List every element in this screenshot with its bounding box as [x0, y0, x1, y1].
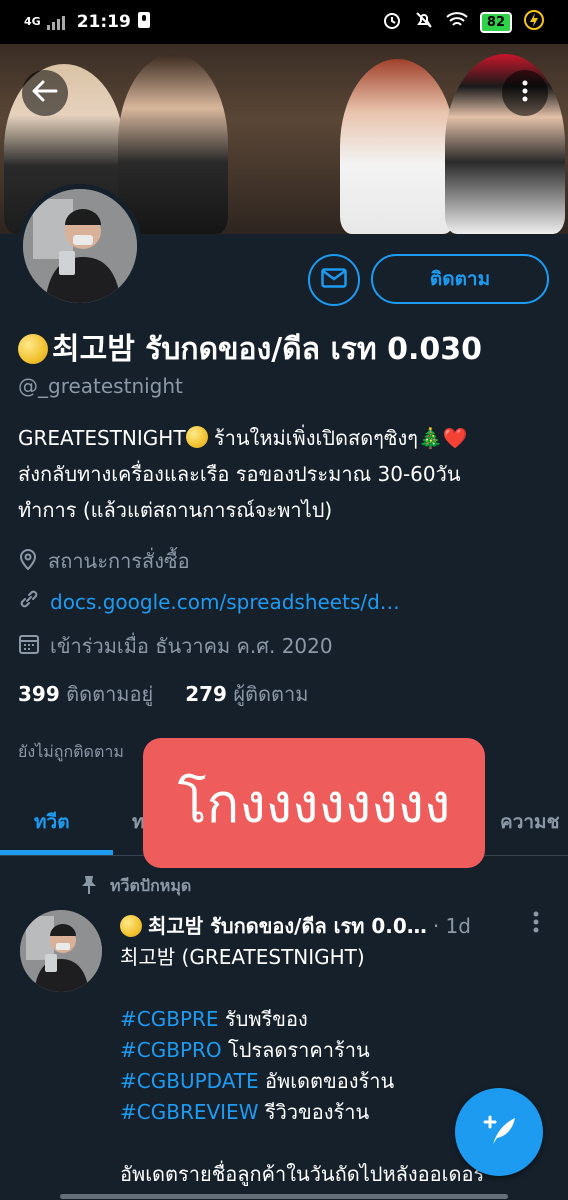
scam-overlay-label: โกงงงงงงงง: [143, 738, 485, 868]
compose-tweet-icon: [479, 1110, 519, 1154]
pinned-label: ทวีตปักหมุด: [110, 876, 192, 895]
bio-line-1: ร้านใหม่เพิ่งเปิดสดๆซิงๆ🎄❤️: [207, 426, 468, 450]
mail-icon: [321, 268, 347, 292]
alarm-icon: [382, 10, 402, 35]
tab-tweets[interactable]: ทวีต: [34, 790, 70, 854]
active-tab-indicator: [0, 850, 113, 855]
hashtag-desc: รีวิวของร้าน: [258, 1100, 370, 1124]
hashtag[interactable]: #CGBUPDATE: [120, 1069, 259, 1093]
signal-icon: [46, 14, 65, 30]
display-name-row: 최고밤 รับกดของ/ดีล เรท 0.030: [18, 324, 482, 373]
followers-label: ผู้ติดตาม: [233, 682, 309, 706]
wifi-icon: [446, 11, 468, 34]
back-button[interactable]: [22, 70, 68, 116]
back-arrow-icon: [32, 80, 58, 106]
network-type: 4G: [24, 15, 41, 28]
follow-button[interactable]: ติดตาม: [371, 254, 549, 304]
tweet-more-button[interactable]: [532, 910, 540, 938]
tweet-line: 최고밤 (GREATESTNIGHT): [120, 945, 365, 969]
compose-tweet-button[interactable]: [455, 1088, 543, 1176]
moon-emoji: [185, 426, 208, 448]
hashtag-desc: รับพรีของ: [218, 1007, 308, 1031]
home-indicator: [60, 1194, 508, 1199]
tweet-avatar[interactable]: [20, 910, 102, 992]
more-options-button[interactable]: [502, 70, 548, 116]
mute-icon: [414, 10, 434, 35]
location-text: สถานะการสั่งซื้อ: [48, 549, 190, 573]
clock: 21:19: [76, 12, 131, 32]
pinned-label-row: ทวีตปักหมุด: [80, 874, 191, 899]
profile-avatar[interactable]: [18, 184, 142, 308]
tab-media[interactable]: ความช: [500, 790, 559, 854]
joined-row: เข้าร่วมเมื่อ ธันวาคม ค.ศ. 2020: [18, 630, 333, 662]
following-count: 399: [18, 682, 60, 706]
hashtag-desc: อัพเดตของร้าน: [258, 1069, 395, 1093]
tweet-author[interactable]: 최고밤 รับกดของ/ดีล เรท 0.0…: [148, 910, 427, 942]
more-vertical-icon: [532, 911, 540, 938]
followers-count: 279: [185, 682, 227, 706]
location-row: สถานะการสั่งซื้อ: [18, 545, 190, 577]
bio-line-2: ส่งกลับทางเครื่องและเรือ รอของประมาณ 30-…: [18, 462, 461, 486]
not-followed-notice: ยังไม่ถูกติดตาม: [18, 742, 124, 761]
pin-icon: [80, 875, 98, 899]
hashtag[interactable]: #CGBPRE: [120, 1007, 219, 1031]
link-icon: [18, 588, 40, 615]
following-label: ติดตามอยู่: [66, 682, 154, 706]
bio-brand: GREATESTNIGHT: [18, 426, 186, 450]
bio: GREATESTNIGHT ร้านใหม่เพิ่งเปิดสดๆซิงๆ🎄❤…: [18, 420, 553, 528]
message-button[interactable]: [308, 254, 360, 306]
profile-link[interactable]: docs.google.com/spreadsheets/d…: [50, 590, 400, 614]
calendar-icon: [18, 633, 40, 660]
handle: @_greatestnight: [18, 374, 183, 398]
follow-counts: 399 ติดตามอยู่ 279 ผู้ติดตาม: [18, 678, 308, 710]
link-row: docs.google.com/spreadsheets/d…: [18, 588, 400, 615]
display-name: 최고밤 รับกดของ/ดีล เรท 0.030: [52, 332, 482, 367]
followers-link[interactable]: 279 ผู้ติดตาม: [185, 678, 308, 710]
bio-line-3: ทำการ (แล้วแต่สถานการณ์จะพาไป): [18, 498, 333, 522]
hashtag-desc: โปรลดราคาร้าน: [221, 1038, 370, 1062]
charging-icon: [524, 9, 544, 35]
moon-emoji: [18, 333, 48, 364]
joined-text: เข้าร่วมเมื่อ ธันวาคม ค.ศ. 2020: [50, 634, 333, 658]
tweet-header: 최고밤 รับกดของ/ดีล เรท 0.0… · 1d: [120, 910, 471, 942]
mic-icon: [137, 11, 151, 34]
hashtag[interactable]: #CGBREVIEW: [120, 1100, 258, 1124]
more-vertical-icon: [522, 80, 528, 106]
status-bar: 4G 21:19 82: [0, 0, 568, 44]
following-link[interactable]: 399 ติดตามอยู่: [18, 678, 153, 710]
battery-level: 82: [479, 11, 512, 33]
location-icon: [18, 547, 38, 576]
moon-emoji: [120, 915, 142, 937]
hashtag[interactable]: #CGBPRO: [120, 1038, 222, 1062]
tweet-time: · 1d: [432, 914, 471, 938]
